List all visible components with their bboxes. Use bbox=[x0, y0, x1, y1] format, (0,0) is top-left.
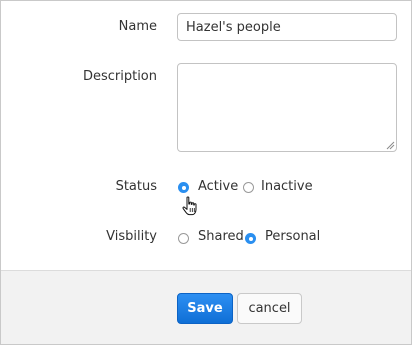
dialog-footer: Save cancel bbox=[1, 270, 411, 344]
visibility-personal-label[interactable]: Personal bbox=[265, 229, 320, 244]
dialog-frame: Name Description Status Active Inactive … bbox=[0, 0, 412, 345]
name-input[interactable] bbox=[177, 13, 397, 41]
description-textarea[interactable] bbox=[177, 63, 397, 152]
status-inactive-radio[interactable] bbox=[243, 182, 254, 193]
name-label: Name bbox=[118, 19, 157, 34]
visibility-shared-radio[interactable] bbox=[178, 233, 189, 244]
visibility-label: Visbility bbox=[106, 229, 157, 244]
hand-pointer-icon bbox=[182, 196, 197, 216]
visibility-shared-label[interactable]: Shared bbox=[198, 229, 244, 244]
resize-grip-icon[interactable] bbox=[385, 140, 395, 150]
status-active-radio[interactable] bbox=[178, 182, 189, 193]
status-active-label[interactable]: Active bbox=[198, 179, 238, 194]
description-label: Description bbox=[82, 69, 157, 84]
visibility-personal-radio[interactable] bbox=[245, 233, 256, 244]
cancel-button[interactable]: cancel bbox=[237, 293, 302, 324]
status-label: Status bbox=[115, 179, 157, 194]
status-inactive-label[interactable]: Inactive bbox=[261, 179, 313, 194]
save-button[interactable]: Save bbox=[177, 293, 233, 324]
